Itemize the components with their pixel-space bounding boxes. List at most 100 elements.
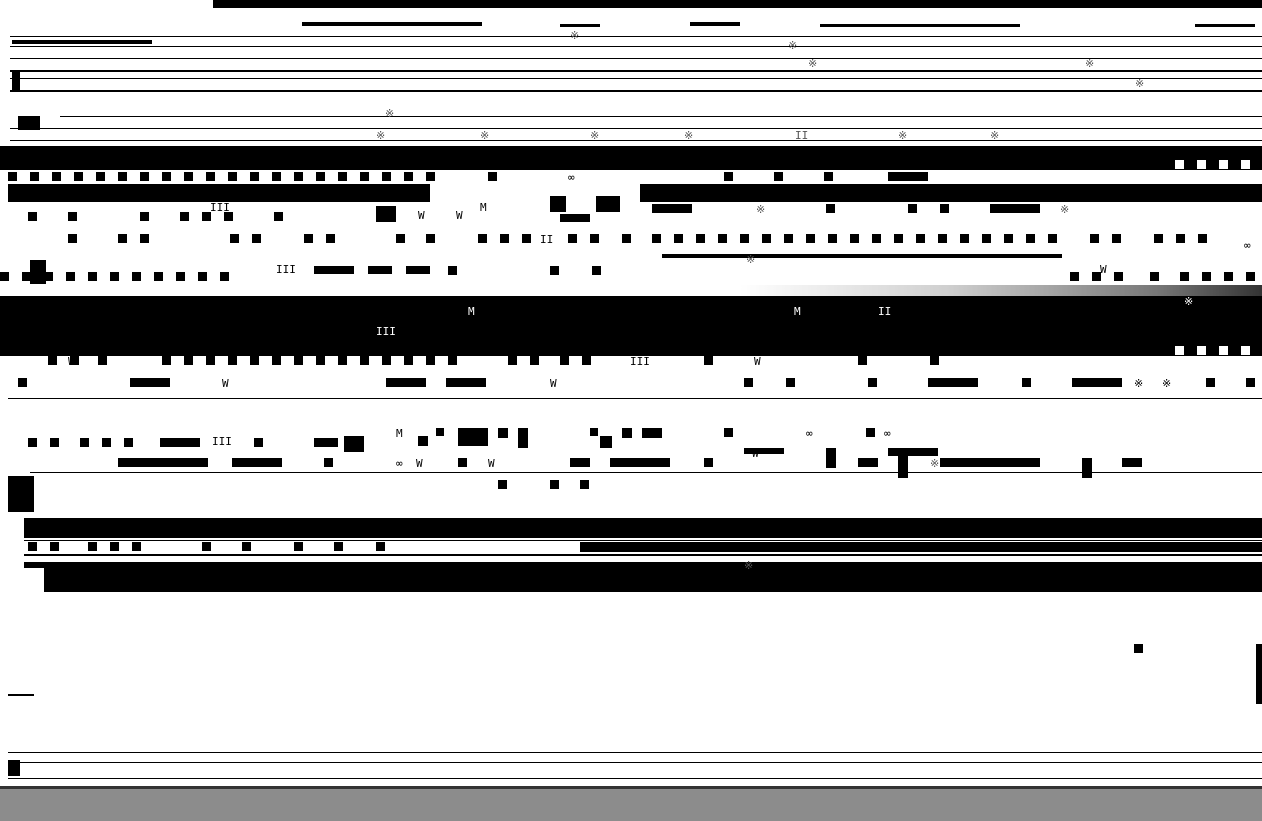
cell-wide — [314, 266, 354, 274]
cell-wide — [406, 266, 430, 274]
cell-wide — [940, 458, 1040, 467]
cell-wide — [376, 206, 396, 222]
glyph-mark: M — [794, 305, 801, 318]
cell-wide — [622, 428, 632, 438]
band-dark — [580, 542, 1262, 552]
cell-wide — [560, 214, 590, 222]
glyph-mark: ※ — [788, 39, 798, 52]
glyph-mark: ※ — [480, 129, 490, 142]
band-dark — [24, 518, 1262, 538]
cell-wide — [1072, 378, 1122, 387]
glyph-mark: III — [210, 201, 230, 214]
row-highlight — [640, 184, 1262, 202]
rule-line — [10, 78, 1262, 79]
header-fragment — [302, 22, 482, 26]
glyph-mark: II — [540, 233, 554, 246]
glyph-mark: ※ — [746, 253, 756, 266]
cell-row — [68, 234, 468, 243]
glyph-mark: ∞ — [806, 427, 813, 440]
cell-wide — [858, 458, 878, 467]
cell-row — [8, 172, 448, 181]
top-bar — [213, 0, 1262, 8]
band-dark — [0, 146, 1262, 170]
cell-row — [28, 542, 388, 551]
glyph-mark: III — [630, 355, 650, 368]
margin-mark — [8, 476, 34, 512]
cell — [488, 172, 497, 181]
cell — [1206, 378, 1215, 387]
rule-line — [8, 752, 1262, 753]
rule-line — [24, 540, 1262, 541]
glyph-mark: W — [200, 457, 207, 470]
cell — [724, 428, 733, 437]
row-highlight — [8, 184, 430, 202]
cell-wide — [518, 428, 528, 448]
glyph-mark: ※ — [570, 29, 580, 42]
cell — [774, 172, 783, 181]
glyph-mark: ※ — [1184, 295, 1194, 308]
cell-wide — [744, 448, 784, 454]
rule-line — [10, 58, 1262, 59]
glyph-mark: ※ — [756, 203, 766, 216]
header-fragment — [690, 22, 740, 26]
glyph-mark: ※ — [1085, 57, 1095, 70]
glyph-mark: W — [1100, 263, 1107, 276]
glyph-mark: ∞ — [1244, 239, 1251, 252]
cell — [1134, 644, 1143, 653]
glyph-mark: W — [456, 209, 463, 222]
rule-line — [10, 46, 1262, 47]
cell-row — [48, 356, 468, 365]
glyph-mark: W — [68, 355, 75, 368]
cell — [744, 378, 753, 387]
glyph-mark: ※ — [590, 129, 600, 142]
cell-row — [28, 212, 288, 221]
rule-line — [24, 554, 1262, 556]
margin-mark — [8, 694, 34, 696]
glyph-mark: III — [376, 325, 396, 338]
cell-wide — [590, 428, 598, 436]
cell — [868, 378, 877, 387]
cell — [826, 204, 835, 213]
rule-line — [10, 70, 1262, 72]
rule-line — [30, 472, 1262, 473]
band-cells — [1175, 160, 1262, 169]
cell-wide — [160, 438, 200, 447]
glyph-mark: W — [550, 377, 557, 390]
glyph-mark: ※ — [1135, 77, 1145, 90]
glyph-mark: ※ — [808, 57, 818, 70]
cell-wide — [232, 458, 282, 467]
cell — [704, 458, 713, 467]
glyph-mark: II — [795, 129, 809, 142]
glyph-mark: ※ — [1134, 377, 1144, 390]
cell-wide — [30, 260, 46, 284]
cell — [592, 266, 601, 275]
glyph-mark: M — [396, 427, 403, 440]
cell — [550, 266, 559, 275]
header-fragment — [560, 24, 600, 27]
row-underline — [662, 254, 1062, 258]
glyph-mark: ※ — [990, 129, 1000, 142]
cell — [1022, 378, 1031, 387]
rule-line — [10, 140, 1262, 141]
glyph-mark: ∞ — [568, 171, 575, 184]
glyph-mark: ※ — [684, 129, 694, 142]
band-cells — [1175, 346, 1262, 355]
cell-wide — [570, 458, 590, 467]
cell — [458, 458, 467, 467]
cell-wide — [826, 448, 836, 468]
cell — [824, 172, 833, 181]
glyph-mark: ∞ — [884, 427, 891, 440]
cell — [866, 428, 875, 437]
glyph-mark: ※ — [1162, 377, 1172, 390]
cell-wide — [652, 204, 692, 213]
glyph-mark: ※ — [930, 457, 940, 470]
rule-line — [10, 90, 1262, 92]
cell-wide — [888, 172, 928, 181]
glyph-mark: W — [418, 209, 425, 222]
cell-row — [478, 234, 1262, 243]
glyph-mark: III — [276, 263, 296, 276]
cell-wide — [600, 436, 612, 448]
margin-mark — [12, 40, 152, 44]
cell-wide — [446, 378, 486, 387]
cell-wide — [314, 438, 338, 447]
